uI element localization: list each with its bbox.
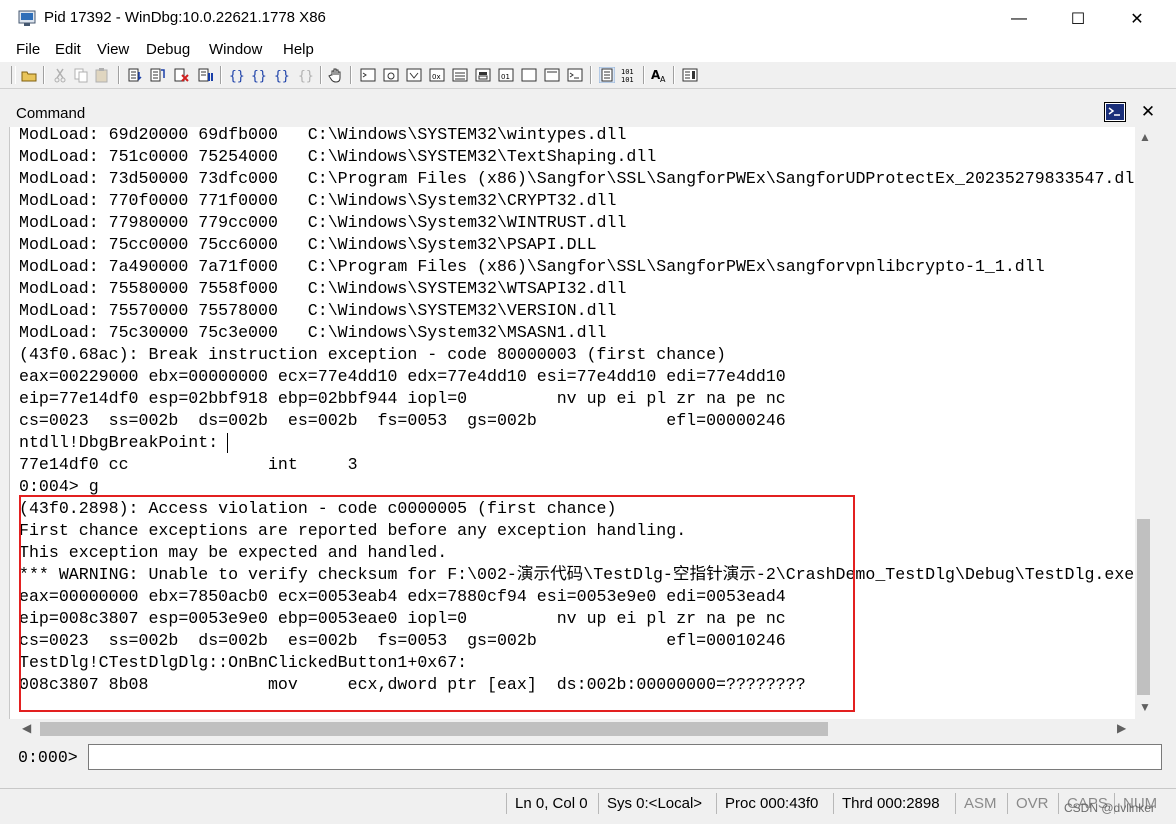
toolbar-separator xyxy=(350,66,351,84)
output-line: ModLoad: 75570000 75578000 C:\Windows\SY… xyxy=(19,301,617,320)
output-line: ModLoad: 7a490000 7a71f000 C:\Program Fi… xyxy=(19,257,1045,276)
menu-bar: File Edit View Debug Window Help xyxy=(0,38,1176,62)
hand-icon[interactable] xyxy=(327,66,344,83)
window-title: Pid 17392 - WinDbg:10.0.22621.1778 X86 xyxy=(44,9,326,26)
watch-window-icon[interactable] xyxy=(382,66,399,83)
toolbar: {} {} {} {} 0x 01 101 101 A A xyxy=(0,62,1176,89)
stop-debugging-icon[interactable] xyxy=(172,66,189,83)
vertical-scroll-thumb[interactable] xyxy=(1137,519,1150,695)
status-ovr: OVR xyxy=(1007,793,1056,814)
menu-window[interactable]: Window xyxy=(209,41,262,58)
registers-window-icon[interactable]: 0x xyxy=(428,66,445,83)
output-line: ModLoad: 77980000 779cc000 C:\Windows\Sy… xyxy=(19,213,627,232)
scratch-pad-icon[interactable] xyxy=(520,66,537,83)
status-thread: Thrd 000:2898 xyxy=(833,793,954,814)
command-prompt-label: 0:000> xyxy=(18,748,78,767)
step-into-braces-icon[interactable]: {} xyxy=(228,66,245,83)
close-button[interactable]: ✕ xyxy=(1108,0,1166,38)
svg-text:A: A xyxy=(660,75,666,83)
output-line: ModLoad: 75580000 7558f000 C:\Windows\SY… xyxy=(19,279,627,298)
output-line: 77e14df0 cc int 3 xyxy=(19,455,358,474)
toolbar-separator xyxy=(118,66,119,84)
scroll-left-arrow-icon[interactable]: ◀ xyxy=(22,721,31,735)
maximize-button[interactable]: ☐ xyxy=(1049,0,1107,38)
status-asm: ASM xyxy=(955,793,1004,814)
paste-icon[interactable] xyxy=(93,66,110,83)
scroll-right-arrow-icon[interactable]: ▶ xyxy=(1117,721,1126,735)
svg-text:{}: {} xyxy=(251,69,267,83)
options-icon[interactable] xyxy=(681,66,698,83)
locals-window-icon[interactable] xyxy=(405,66,422,83)
scroll-down-arrow-icon[interactable]: ▼ xyxy=(1139,700,1151,714)
command-input[interactable] xyxy=(88,744,1162,770)
open-folder-icon[interactable] xyxy=(20,66,37,83)
step-over-braces-icon[interactable]: {} xyxy=(250,66,267,83)
output-line: cs=0023 ss=002b ds=002b es=002b fs=0053 … xyxy=(19,411,786,430)
output-line: ModLoad: 73d50000 73dfc000 C:\Program Fi… xyxy=(19,169,1136,188)
pane-close-button[interactable]: ✕ xyxy=(1137,101,1159,123)
scroll-up-arrow-icon[interactable]: ▲ xyxy=(1139,130,1151,144)
svg-text:{}: {} xyxy=(229,69,245,83)
run-to-cursor-icon[interactable]: {} xyxy=(297,66,314,83)
command-output[interactable]: ModLoad: 69d20000 69dfb000 C:\Windows\SY… xyxy=(9,127,1136,719)
step-into-icon[interactable] xyxy=(126,66,143,83)
toolbar-grip[interactable] xyxy=(11,66,16,84)
status-line-col: Ln 0, Col 0 xyxy=(506,793,597,814)
horizontal-scroll-thumb[interactable] xyxy=(40,722,828,736)
menu-help[interactable]: Help xyxy=(283,41,314,58)
toolbar-separator xyxy=(590,66,591,84)
status-system: Sys 0:<Local> xyxy=(598,793,713,814)
svg-text:0x: 0x xyxy=(432,73,441,81)
svg-text:101: 101 xyxy=(621,76,634,83)
binary-mode-icon[interactable]: 101 101 xyxy=(620,66,637,83)
output-line: ModLoad: 751c0000 75254000 C:\Windows\SY… xyxy=(19,147,657,166)
memory-window-icon[interactable] xyxy=(451,66,468,83)
toolbar-separator xyxy=(673,66,674,84)
status-bar: Ln 0, Col 0 Sys 0:<Local> Proc 000:43f0 … xyxy=(0,788,1176,817)
cut-icon[interactable] xyxy=(51,66,68,83)
menu-debug[interactable]: Debug xyxy=(146,41,190,58)
svg-text:01: 01 xyxy=(501,73,510,81)
command-input-row: 0:000> xyxy=(9,742,1166,774)
title-bar: Pid 17392 - WinDbg:10.0.22621.1778 X86 —… xyxy=(0,0,1176,38)
text-caret xyxy=(227,433,228,453)
svg-text:101: 101 xyxy=(621,68,634,76)
svg-text:{}: {} xyxy=(298,69,314,83)
status-process: Proc 000:43f0 xyxy=(716,793,831,814)
source-mode-icon[interactable] xyxy=(598,66,615,83)
watermark: CSDN @dvlinker xyxy=(1064,801,1155,815)
command-window-icon[interactable] xyxy=(359,66,376,83)
windbg-app-icon xyxy=(18,9,36,27)
command-browser-icon[interactable] xyxy=(566,66,583,83)
copy-icon[interactable] xyxy=(72,66,89,83)
command-prompt-icon[interactable] xyxy=(1104,102,1126,122)
output-line: eip=77e14df0 esp=02bbf918 ebp=02bbf944 i… xyxy=(19,389,786,408)
step-out-braces-icon[interactable]: {} xyxy=(273,66,290,83)
minimize-button[interactable]: — xyxy=(990,0,1048,38)
toolbar-separator xyxy=(320,66,321,84)
menu-view[interactable]: View xyxy=(97,41,129,58)
output-line: ModLoad: 69d20000 69dfb000 C:\Windows\SY… xyxy=(19,127,627,144)
toolbar-separator xyxy=(43,66,44,84)
font-icon[interactable]: AA xyxy=(650,66,667,83)
processes-threads-icon[interactable] xyxy=(543,66,560,83)
output-line: ntdll!DbgBreakPoint: xyxy=(19,433,219,452)
svg-text:{}: {} xyxy=(274,69,290,83)
call-stack-window-icon[interactable] xyxy=(474,66,491,83)
break-icon[interactable] xyxy=(196,66,213,83)
menu-file[interactable]: File xyxy=(16,41,40,58)
output-line: (43f0.68ac): Break instruction exception… xyxy=(19,345,727,364)
output-line: ModLoad: 75cc0000 75cc6000 C:\Windows\Sy… xyxy=(19,235,597,254)
output-line: ModLoad: 75c30000 75c3e000 C:\Windows\Sy… xyxy=(19,323,607,342)
output-line: eax=00229000 ebx=00000000 ecx=77e4dd10 e… xyxy=(19,367,786,386)
command-pane-title: Command xyxy=(16,105,86,122)
command-pane-header: Command ✕ xyxy=(9,100,1166,127)
red-highlight-box xyxy=(19,495,855,712)
step-over-icon[interactable] xyxy=(148,66,165,83)
disassembly-window-icon[interactable]: 01 xyxy=(497,66,514,83)
output-line: ModLoad: 770f0000 771f0000 C:\Windows\Sy… xyxy=(19,191,617,210)
menu-edit[interactable]: Edit xyxy=(55,41,81,58)
toolbar-separator xyxy=(643,66,644,84)
toolbar-separator xyxy=(220,66,221,84)
